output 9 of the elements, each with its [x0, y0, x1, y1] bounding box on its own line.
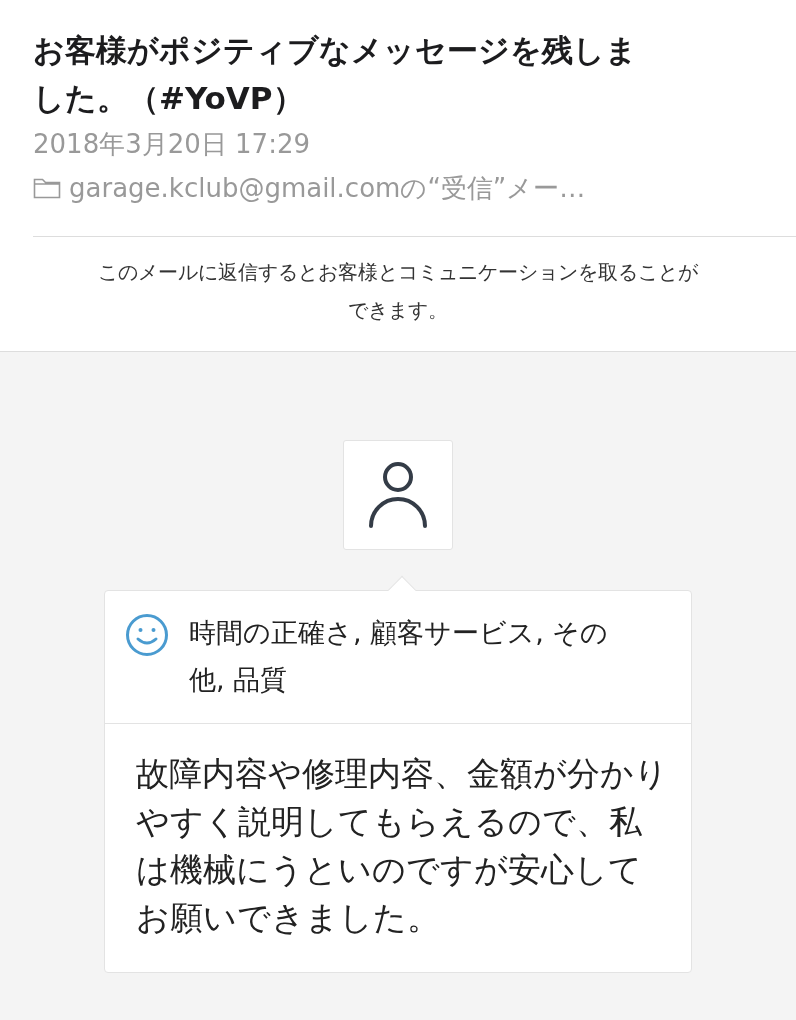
message-date: 2018年3月20日 17:29 [33, 128, 311, 161]
review-comment: 故障内容や修理内容、金額が分かりやすく説明してもらえるので、私は機械にうといのですが安心してお願いできました。 [135, 753, 669, 939]
mailbox-location: garage.kclub@gmail.comの“受信”メー… [69, 172, 586, 205]
message-title: お客様がポジティブなメッセージを残しました。（#YoVP） [33, 31, 638, 118]
review-categories: 時間の正確さ, 顧客サービス, その他, 品質 [189, 616, 610, 697]
smiley-icon [125, 613, 169, 657]
folder-icon [33, 177, 61, 199]
person-icon [368, 461, 428, 529]
reply-notice: このメールに返信するとお客様とコミュニケーションを取ることができます。 [98, 259, 698, 324]
